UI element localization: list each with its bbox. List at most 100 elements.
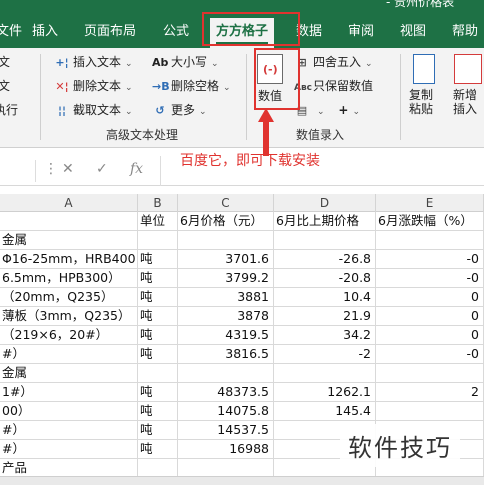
cell-pct[interactable]: 0: [376, 307, 484, 326]
copy-paste-button[interactable]: 复制粘贴: [404, 54, 444, 116]
column-header-e[interactable]: E: [376, 194, 484, 212]
dropdown-arrow-icon: ⌄: [125, 59, 133, 69]
cell-price[interactable]: [178, 231, 274, 250]
text-group-label: 高级文本处理: [106, 128, 179, 142]
cell-unit[interactable]: 吨: [138, 326, 178, 345]
header-cell-pct[interactable]: 6月涨跌幅（%）: [376, 212, 484, 231]
cell-change[interactable]: 21.9: [274, 307, 376, 326]
cell-change[interactable]: -20.8: [274, 269, 376, 288]
cell-pct[interactable]: 0: [376, 288, 484, 307]
cell-price[interactable]: 4319.5: [178, 326, 274, 345]
fx-icon[interactable]: fx: [130, 161, 143, 177]
cell-name[interactable]: （219×6，20#）: [0, 326, 138, 345]
cell-pct[interactable]: [376, 231, 484, 250]
cell-change[interactable]: [274, 364, 376, 383]
cell-unit[interactable]: 吨: [138, 402, 178, 421]
cell-unit[interactable]: 吨: [138, 421, 178, 440]
enter-check-icon[interactable]: ✓: [96, 161, 108, 177]
cell-price[interactable]: 16988: [178, 440, 274, 459]
tab-help[interactable]: 帮助: [452, 20, 478, 44]
cell-price[interactable]: 3878: [178, 307, 274, 326]
tab-insert[interactable]: 插入: [32, 20, 58, 44]
cell-price[interactable]: 3816.5: [178, 345, 274, 364]
column-header-c[interactable]: C: [178, 194, 274, 212]
cell-unit[interactable]: [138, 459, 178, 478]
tab-formulas[interactable]: 公式: [163, 20, 189, 44]
cell-change[interactable]: [274, 231, 376, 250]
cell-change[interactable]: 34.2: [274, 326, 376, 345]
cell-name[interactable]: #）: [0, 440, 138, 459]
cell-name[interactable]: 金属: [0, 364, 138, 383]
table-header-row: 单位 6月价格（元） 6月比上期价格 6月涨跌幅（%）: [0, 212, 484, 231]
keep-values-button[interactable]: Aʙc只保留数值: [294, 76, 373, 96]
header-cell-price[interactable]: 6月价格（元）: [178, 212, 274, 231]
column-header-a[interactable]: A: [0, 194, 138, 212]
cell-price[interactable]: 48373.5: [178, 383, 274, 402]
tab-view[interactable]: 视图: [400, 20, 426, 44]
delete-text-icon: ✕¦: [55, 80, 69, 93]
delete-space-button[interactable]: →B删除空格 ⌄: [152, 76, 231, 96]
cell-name[interactable]: 6.5mm，HPB300）: [0, 269, 138, 288]
cell-name[interactable]: #）: [0, 421, 138, 440]
header-cell-change[interactable]: 6月比上期价格: [274, 212, 376, 231]
cell-pct[interactable]: 0: [376, 326, 484, 345]
cell-name[interactable]: 金属: [0, 231, 138, 250]
cell-name[interactable]: 00）: [0, 402, 138, 421]
cell-pct[interactable]: -0: [376, 345, 484, 364]
cell-unit[interactable]: [138, 364, 178, 383]
tab-review[interactable]: 审阅: [348, 20, 374, 44]
cell-pct[interactable]: -0: [376, 269, 484, 288]
case-button[interactable]: Ab 大小写 ⌄: [152, 52, 219, 72]
insert-text-button[interactable]: +¦ 插入文本 ⌄: [54, 52, 133, 72]
header-cell-a[interactable]: [0, 212, 138, 231]
cancel-icon[interactable]: ✕: [62, 161, 74, 177]
cell-price[interactable]: [178, 459, 274, 478]
cell-change[interactable]: 1262.1: [274, 383, 376, 402]
cell-change[interactable]: -26.8: [274, 250, 376, 269]
cell-name[interactable]: （20mm，Q235）: [0, 288, 138, 307]
name-box[interactable]: [0, 160, 36, 182]
cell-unit[interactable]: 吨: [138, 288, 178, 307]
delete-text-button[interactable]: ✕¦ 删除文本 ⌄: [54, 76, 133, 96]
cell-change[interactable]: 145.4: [274, 402, 376, 421]
cell-price[interactable]: 14537.5: [178, 421, 274, 440]
cell-price[interactable]: 3701.6: [178, 250, 274, 269]
cell-name[interactable]: 1#）: [0, 383, 138, 402]
cell-name[interactable]: Φ16-25mm，HRB400: [0, 250, 138, 269]
keep-values-label: 只保留数值: [313, 79, 374, 93]
cell-unit[interactable]: 吨: [138, 307, 178, 326]
dropdown-arrow-icon: ⌄: [125, 83, 133, 93]
more-button[interactable]: ↺ 更多 ⌄: [152, 100, 206, 120]
header-cell-unit[interactable]: 单位: [138, 212, 178, 231]
cell-unit[interactable]: 吨: [138, 383, 178, 402]
cell-pct[interactable]: [376, 364, 484, 383]
tab-file[interactable]: 文件: [0, 20, 22, 44]
cell-unit[interactable]: [138, 231, 178, 250]
cell-change[interactable]: 10.4: [274, 288, 376, 307]
extract-text-button[interactable]: ¦¦ 截取文本 ⌄: [54, 100, 133, 120]
ribbon-left-item-3[interactable]: 执行: [0, 100, 18, 120]
cell-unit[interactable]: 吨: [138, 440, 178, 459]
cell-name[interactable]: #）: [0, 345, 138, 364]
cell-pct[interactable]: [376, 402, 484, 421]
add-insert-button[interactable]: 新增插入: [448, 54, 484, 116]
cell-pct[interactable]: -0: [376, 250, 484, 269]
cell-price[interactable]: [178, 364, 274, 383]
cell-pct[interactable]: 2: [376, 383, 484, 402]
cell-name[interactable]: 产品: [0, 459, 138, 478]
round-button[interactable]: ⊞ 四舍五入 ⌄: [294, 52, 372, 72]
column-header-b[interactable]: B: [138, 194, 178, 212]
cell-unit[interactable]: 吨: [138, 345, 178, 364]
cell-price[interactable]: 3799.2: [178, 269, 274, 288]
cell-unit[interactable]: 吨: [138, 250, 178, 269]
cell-price[interactable]: 14075.8: [178, 402, 274, 421]
cell-name[interactable]: 薄板（3mm，Q235）: [0, 307, 138, 326]
column-header-d[interactable]: D: [274, 194, 376, 212]
numeric-tools-buttons[interactable]: ▤ ⌄ + ⌄: [294, 100, 360, 120]
cell-unit[interactable]: 吨: [138, 269, 178, 288]
cell-change[interactable]: -2: [274, 345, 376, 364]
ribbon-left-item-1[interactable]: 文: [0, 52, 10, 72]
ribbon-left-item-2[interactable]: 文: [0, 76, 10, 96]
cell-price[interactable]: 3881: [178, 288, 274, 307]
tab-page-layout[interactable]: 页面布局: [84, 20, 136, 44]
